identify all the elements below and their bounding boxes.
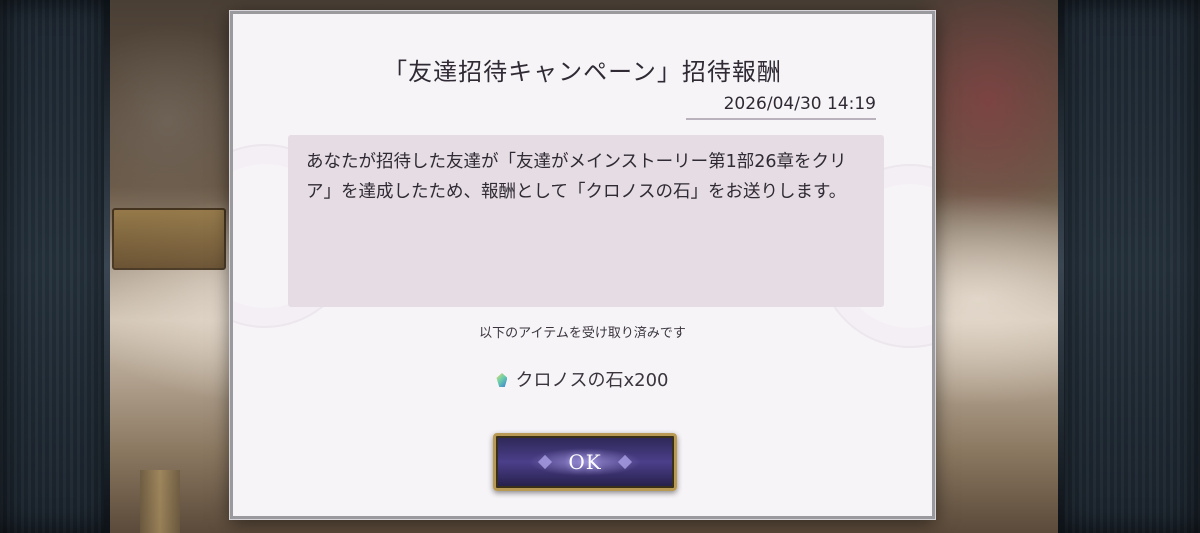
ok-button-label: OK [568,450,602,474]
message-line-1: あなたが招待した友達が「友達がメインストーリー第1部26章をクリ [306,152,847,172]
timestamp: 2026/04/30 14:19 [686,94,876,120]
game-screen: 「友達招待キャンペーン」招待報酬 2026/04/30 14:19 あなたが招待… [0,0,1200,533]
reward-item-text: クロノスの石x200 [515,370,669,391]
treasure-chest-decoration [112,208,226,270]
received-label: 以下のアイテムを受け取り済みです [479,326,686,341]
reward-dialog: 「友達招待キャンペーン」招待報酬 2026/04/30 14:19 あなたが招待… [230,11,935,519]
diamond-ornament-icon [617,454,633,470]
diamond-ornament-icon [537,454,553,470]
ok-button[interactable]: OK [493,433,677,491]
left-frame-panel [0,0,110,533]
dialog-title: 「友達招待キャンペーン」招待報酬 [383,58,782,86]
message-box: あなたが招待した友達が「友達がメインストーリー第1部26章をクリ ア」を達成した… [288,135,884,307]
pillar-decoration [140,470,180,533]
message-line-2: ア」を達成したため、報酬として「クロノスの石」をお送りします。 [306,182,847,202]
reward-item: クロノスの石x200 [233,366,932,392]
right-frame-panel [1058,0,1200,533]
chronos-stone-icon [496,373,508,387]
